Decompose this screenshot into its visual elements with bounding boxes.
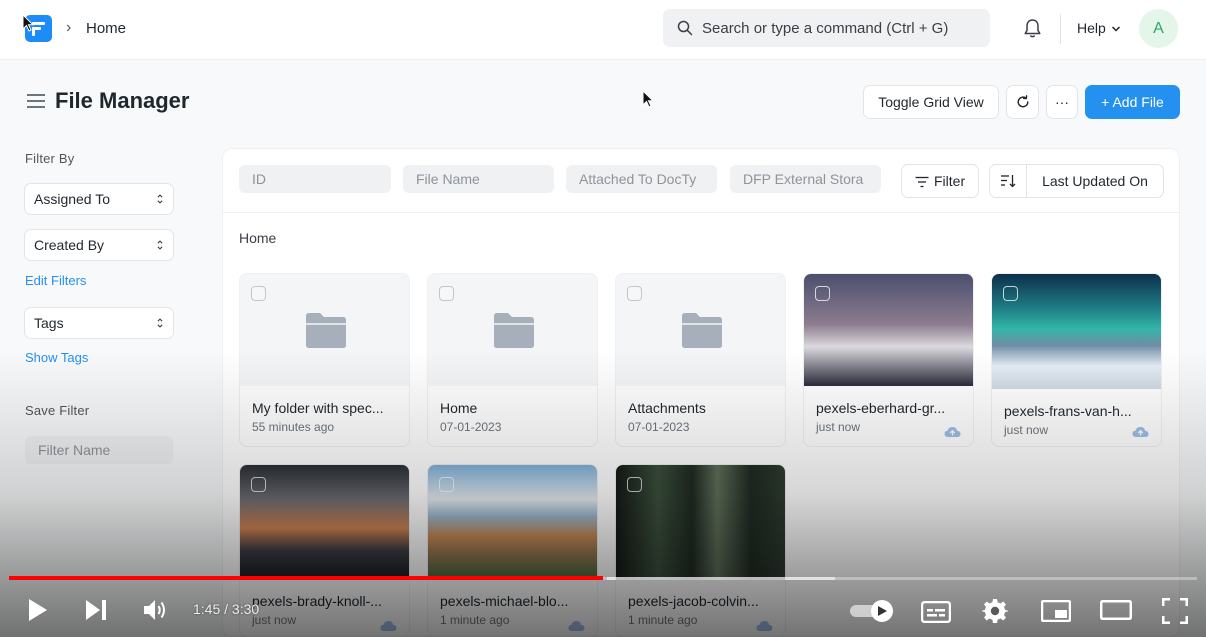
- file-meta: just now: [1004, 423, 1049, 437]
- tags-select[interactable]: Tags: [24, 307, 174, 339]
- file-name: pexels-michael-blo...: [440, 593, 569, 609]
- mouse-cursor-icon: [22, 14, 34, 32]
- sidebar-toggle-icon[interactable]: [27, 94, 45, 112]
- next-icon[interactable]: [84, 599, 108, 621]
- attached-to-filter-input[interactable]: Attached To DocTy: [566, 165, 717, 193]
- search-placeholder: Search or type a command (Ctrl + G): [702, 20, 949, 37]
- file-name: pexels-eberhard-gr...: [816, 400, 946, 416]
- show-tags-link[interactable]: Show Tags: [25, 350, 88, 365]
- avatar[interactable]: A: [1139, 9, 1178, 48]
- file-card[interactable]: pexels-brady-knoll-... just now: [239, 464, 410, 637]
- notification-bell-icon[interactable]: [1023, 18, 1042, 39]
- settings-gear-icon[interactable]: [982, 598, 1008, 624]
- cloud-upload-icon: [1132, 427, 1149, 437]
- select-checkbox[interactable]: [439, 286, 454, 301]
- file-meta: just now: [816, 420, 861, 434]
- video-time: 1:45 / 3:30: [193, 601, 260, 617]
- select-checkbox[interactable]: [627, 477, 642, 492]
- edit-filters-link[interactable]: Edit Filters: [25, 273, 86, 288]
- add-file-button[interactable]: + Add File: [1085, 85, 1180, 119]
- select-checkbox[interactable]: [439, 477, 454, 492]
- file-card[interactable]: pexels-michael-blo... 1 minute ago: [427, 464, 598, 637]
- select-checkbox[interactable]: [627, 286, 642, 301]
- select-checkbox[interactable]: [251, 286, 266, 301]
- file-name: Attachments: [628, 400, 706, 416]
- select-checkbox[interactable]: [251, 477, 266, 492]
- file-card[interactable]: pexels-eberhard-gr... just now: [803, 273, 974, 447]
- file-meta: 55 minutes ago: [252, 420, 335, 434]
- file-card[interactable]: Home 07-01-2023: [427, 273, 598, 447]
- volume-icon[interactable]: [142, 598, 170, 622]
- video-buffered-bar: [607, 577, 835, 580]
- select-arrows-icon: [157, 318, 163, 328]
- dfp-storage-filter-input[interactable]: DFP External Stora: [730, 165, 881, 193]
- assigned-to-label: Assigned To: [34, 191, 111, 207]
- toggle-grid-view-button[interactable]: Toggle Grid View: [863, 85, 999, 119]
- play-icon[interactable]: [27, 598, 49, 622]
- refresh-icon: [1017, 95, 1028, 108]
- filter-button-label: Filter: [934, 173, 966, 189]
- file-card[interactable]: pexels-jacob-colvin... 1 minute ago: [615, 464, 786, 637]
- filter-name-input[interactable]: Filter Name: [25, 436, 173, 464]
- file-name: My folder with spec...: [252, 400, 384, 416]
- search-bar[interactable]: Search or type a command (Ctrl + G): [663, 9, 990, 47]
- sort-by-button[interactable]: Last Updated On: [1026, 164, 1164, 198]
- file-card[interactable]: My folder with spec... 55 minutes ago: [239, 273, 410, 447]
- file-card[interactable]: pexels-frans-van-h... just now: [991, 273, 1162, 447]
- folder-icon: [306, 313, 346, 348]
- created-by-label: Created By: [34, 237, 105, 253]
- help-menu[interactable]: Help: [1077, 20, 1106, 36]
- sort-descending-icon: [1001, 175, 1016, 188]
- save-filter-label: Save Filter: [25, 403, 90, 418]
- file-card[interactable]: Attachments 07-01-2023: [615, 273, 786, 447]
- cloud-upload-icon: [380, 621, 397, 631]
- panel-divider: [223, 212, 1179, 213]
- reload-button[interactable]: [1006, 85, 1039, 119]
- grid-breadcrumb[interactable]: Home: [239, 230, 276, 246]
- select-checkbox[interactable]: [1003, 286, 1018, 301]
- file-meta: 1 minute ago: [440, 613, 510, 627]
- video-played-bar[interactable]: [9, 576, 603, 580]
- select-checkbox[interactable]: [815, 286, 830, 301]
- autoplay-toggle-icon[interactable]: [849, 599, 895, 623]
- more-actions-button[interactable]: ···: [1046, 85, 1078, 119]
- file-meta: 07-01-2023: [440, 420, 502, 434]
- filter-by-label: Filter By: [25, 151, 75, 166]
- folder-icon: [494, 313, 534, 348]
- cloud-upload-icon: [756, 621, 773, 631]
- filter-button[interactable]: Filter: [901, 164, 979, 198]
- chevron-down-icon[interactable]: [1111, 24, 1121, 34]
- created-by-select[interactable]: Created By: [24, 229, 174, 261]
- mouse-cursor-icon: [642, 90, 654, 108]
- navbar-divider: [1060, 14, 1061, 44]
- breadcrumb-home-link[interactable]: Home: [86, 20, 126, 37]
- file-meta: 1 minute ago: [628, 613, 698, 627]
- select-arrows-icon: [157, 194, 163, 204]
- file-name-filter-input[interactable]: File Name: [403, 165, 554, 193]
- file-meta: 07-01-2023: [628, 420, 690, 434]
- file-name: pexels-brady-knoll-...: [252, 593, 382, 609]
- tags-label: Tags: [34, 315, 64, 331]
- breadcrumb-separator-icon: ›: [66, 19, 72, 36]
- page-title: File Manager: [55, 88, 190, 113]
- cloud-upload-icon: [568, 621, 585, 631]
- top-navbar: › Home Search or type a command (Ctrl + …: [0, 0, 1206, 60]
- theater-mode-icon[interactable]: [1100, 600, 1132, 620]
- sort-direction-button[interactable]: [989, 164, 1027, 198]
- file-name: Home: [440, 400, 478, 416]
- file-name: pexels-frans-van-h...: [1004, 403, 1132, 419]
- fullscreen-icon[interactable]: [1162, 598, 1188, 624]
- subtitles-icon[interactable]: [921, 601, 951, 623]
- id-filter-input[interactable]: ID: [239, 165, 391, 193]
- filter-icon: [915, 176, 929, 188]
- select-arrows-icon: [157, 240, 163, 250]
- miniplayer-icon[interactable]: [1041, 600, 1071, 622]
- assigned-to-select[interactable]: Assigned To: [24, 183, 174, 215]
- cloud-upload-icon: [944, 427, 961, 437]
- folder-icon: [682, 313, 722, 348]
- file-name: pexels-jacob-colvin...: [628, 593, 759, 609]
- search-icon: [677, 20, 693, 36]
